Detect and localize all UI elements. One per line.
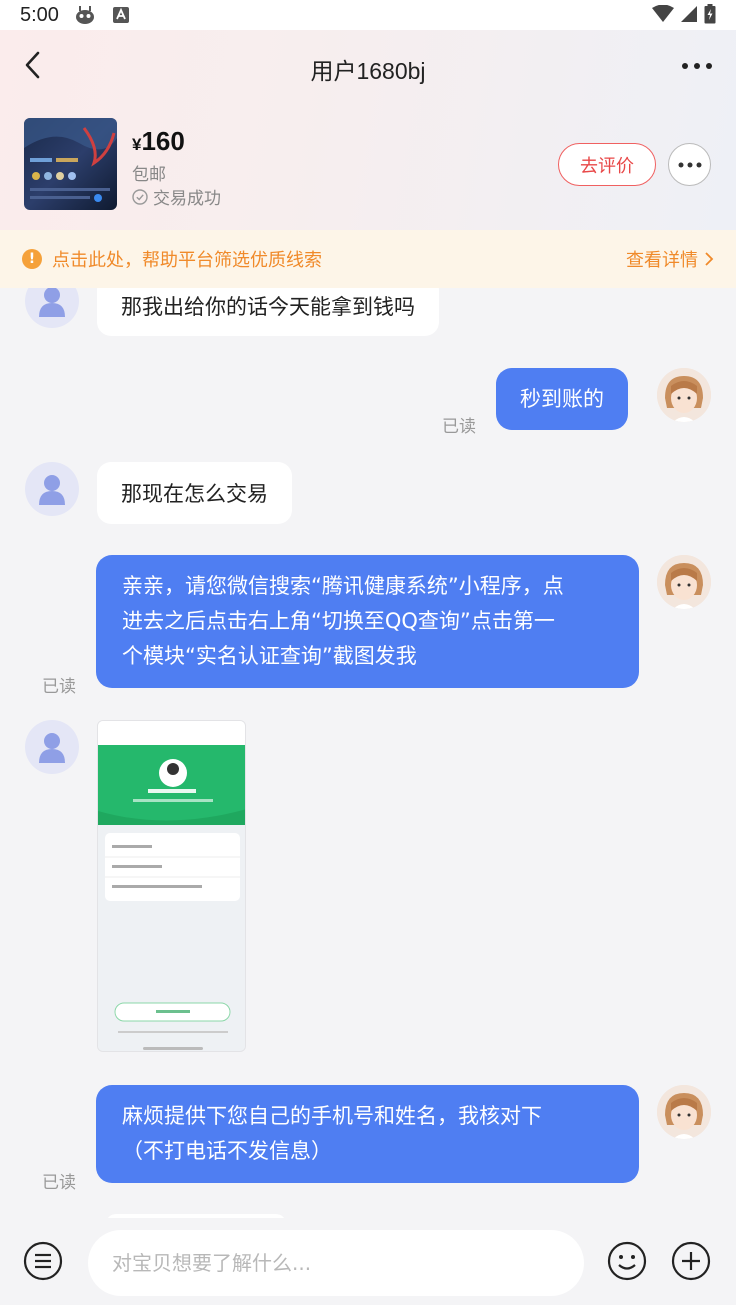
check-circle-icon [132, 188, 148, 205]
message-bubble[interactable]: 那现在怎么交易 [97, 462, 292, 524]
avatar[interactable] [25, 462, 79, 516]
plus-icon [671, 1241, 711, 1281]
avatar[interactable] [25, 720, 79, 774]
avatar[interactable] [657, 1085, 711, 1139]
message-list[interactable]: 那我出给你的话今天能拿到钱吗 已读 秒到账的 那现在怎么交易 已读 亲亲，请您微… [0, 288, 736, 1218]
user-avatar-icon [39, 288, 65, 317]
product-price: ¥160 [132, 126, 185, 157]
input-bar [0, 1218, 736, 1305]
my-avatar-image [657, 368, 711, 422]
notice-banner[interactable]: ! 点击此处，帮助平台筛选优质线索 查看详情 [0, 230, 736, 288]
message-bubble[interactable]: 亲亲，请您微信搜索“腾讯健康系统”小程序，点 进去之后点击右上角“切换至QQ查询… [96, 555, 639, 688]
shipping-label: 包邮 [132, 165, 166, 185]
avatar[interactable] [657, 555, 711, 609]
message-text: 那我出给你的话今天能拿到钱吗 [121, 295, 415, 319]
app-icon [111, 5, 131, 25]
more-icon [678, 162, 701, 167]
message-text: 秒到账的 [520, 386, 604, 411]
read-receipt: 已读 [42, 677, 76, 697]
robot-icon [75, 5, 95, 25]
plus-button[interactable] [671, 1241, 711, 1281]
more-icon [682, 63, 712, 69]
emoji-button[interactable] [607, 1241, 647, 1281]
chat-header: 用户1680bj ¥160 包邮 交易成功 去评价 [0, 30, 736, 230]
battery-icon [704, 4, 716, 28]
deal-status-text: 交易成功 [153, 189, 221, 209]
review-button[interactable]: 去评价 [558, 143, 656, 186]
notice-text: 点击此处，帮助平台筛选优质线索 [52, 250, 322, 271]
more-button[interactable] [680, 54, 714, 78]
signal-icon [680, 5, 698, 27]
chat-title: 用户1680bj [310, 58, 426, 84]
notice-detail-link[interactable]: 查看详情 [626, 246, 714, 272]
status-indicators [652, 4, 716, 28]
menu-button[interactable] [23, 1241, 63, 1281]
wifi-icon [652, 4, 674, 27]
message-line: 亲亲，请您微信搜索“腾讯健康系统”小程序，点 [122, 574, 564, 598]
message-line: 麻烦提供下您自己的手机号和姓名，我核对下 [122, 1104, 542, 1128]
screenshot-image [98, 721, 245, 1051]
menu-icon [23, 1241, 63, 1281]
my-avatar-image [657, 1085, 711, 1139]
message-bubble[interactable]: 秒到账的 [496, 368, 628, 430]
product-more-button[interactable] [668, 143, 711, 186]
deal-status: 交易成功 [132, 184, 221, 209]
message-bubble[interactable]: 那我出给你的话今天能拿到钱吗 [97, 288, 439, 336]
avatar[interactable] [657, 368, 711, 422]
status-time: 5:00 [20, 3, 59, 26]
notice-link-label: 查看详情 [626, 250, 698, 271]
my-avatar-image [657, 555, 711, 609]
avatar[interactable] [25, 288, 79, 328]
price-value: 160 [141, 126, 185, 156]
user-avatar-icon [39, 733, 65, 763]
message-line: （不打电话不发信息） [122, 1139, 332, 1163]
message-bubble[interactable]: 麻烦提供下您自己的手机号和姓名，我核对下 （不打电话不发信息） [96, 1085, 639, 1183]
message-text: 那现在怎么交易 [121, 482, 268, 506]
read-receipt: 已读 [42, 1173, 76, 1193]
message-line: 个模块“实名认证查询”截图发我 [122, 644, 417, 668]
read-receipt: 已读 [442, 417, 476, 437]
chevron-right-icon [705, 252, 714, 266]
user-avatar-icon [39, 475, 65, 505]
product-thumbnail[interactable] [24, 118, 117, 210]
info-icon: ! [22, 249, 42, 269]
image-message[interactable] [97, 720, 246, 1052]
emoji-icon [607, 1241, 647, 1281]
message-input[interactable] [88, 1230, 584, 1296]
message-line: 进去之后点击右上角“切换至QQ查询”点击第一 [122, 609, 555, 633]
status-bar: 5:00 [0, 0, 736, 30]
